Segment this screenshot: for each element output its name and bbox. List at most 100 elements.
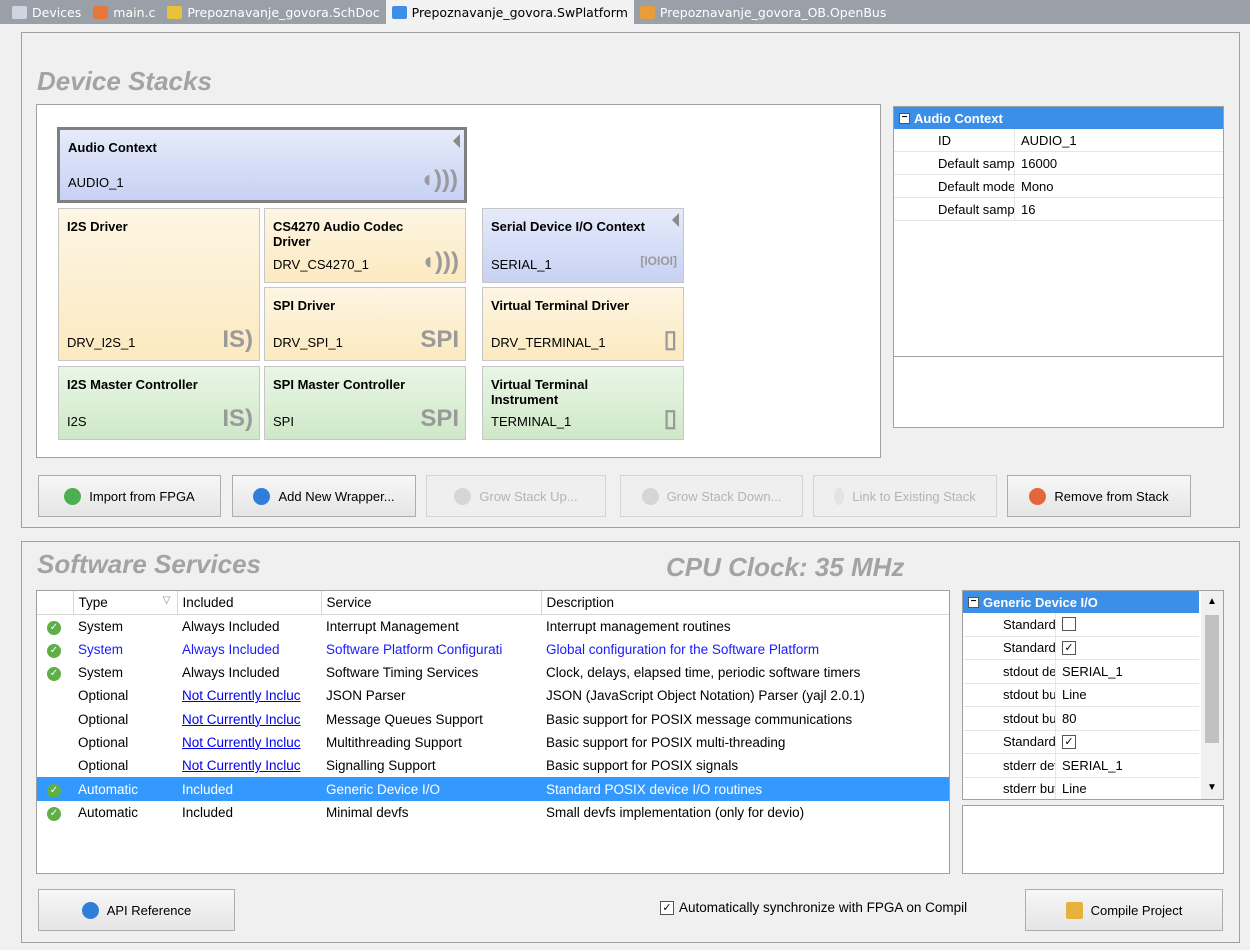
status-cell: ✓: [37, 614, 73, 637]
included-cell[interactable]: Not Currently Incluc: [177, 707, 321, 730]
property-group-header[interactable]: − Audio Context: [894, 107, 1223, 129]
property-value[interactable]: Line: [1055, 777, 1087, 799]
grow-stack-down-button[interactable]: Grow Stack Down...: [620, 475, 803, 517]
included-cell: Always Included: [182, 665, 280, 681]
property-checkbox[interactable]: ✓: [1062, 734, 1076, 749]
remove-icon: [1029, 487, 1047, 505]
collapse-arrow-icon[interactable]: [672, 213, 679, 227]
scroll-down-arrow-icon[interactable]: ▼: [1201, 782, 1223, 793]
property-checkbox[interactable]: [1062, 617, 1076, 632]
property-description-area: [894, 356, 1223, 357]
column-header-description[interactable]: Description: [541, 591, 949, 615]
service-cell: Multithreading Support: [326, 734, 462, 750]
column-header-type[interactable]: Type ▽: [73, 591, 178, 615]
i2s-driver-card[interactable]: I2S Driver DRV_I2S_1 IS): [58, 208, 260, 361]
compile-project-button[interactable]: Compile Project: [1025, 889, 1223, 931]
type-cell: System: [78, 665, 124, 681]
spi-master-controller-card[interactable]: SPI Master Controller SPI SPI: [264, 366, 466, 440]
scrollbar-thumb[interactable]: [1205, 615, 1219, 743]
table-row[interactable]: Optional Not Currently Incluc Signalling S…: [37, 754, 949, 777]
card-value: DRV_I2S_1: [67, 335, 136, 350]
status-cell: ✓: [37, 661, 73, 684]
included-cell[interactable]: Not Currently Incluc: [177, 731, 321, 754]
property-row[interactable]: ID AUDIO_1: [894, 129, 1223, 152]
property-row[interactable]: Standard O ✓: [963, 636, 1199, 660]
property-row[interactable]: stderr buffeLine: [963, 777, 1199, 799]
column-header-included[interactable]: Included: [177, 591, 322, 615]
property-row[interactable]: Default sample s16: [894, 198, 1223, 221]
grow-stack-up-button[interactable]: Grow Stack Up...: [426, 475, 606, 517]
remove-from-stack-button[interactable]: Remove from Stack: [1007, 475, 1191, 517]
type-cell: Optional: [78, 688, 129, 704]
card-value: DRV_SPI_1: [273, 335, 343, 350]
table-row[interactable]: ✓ System Always Included Interrupt Manageme…: [37, 614, 949, 637]
document-tab[interactable]: Prepoznavanje_govora.SwPlatform: [385, 0, 634, 24]
import-icon: [64, 487, 82, 505]
table-row[interactable]: Optional Not Currently Incluc JSON Parser J…: [37, 684, 949, 707]
property-value[interactable]: AUDIO_1: [1014, 129, 1077, 151]
table-row[interactable]: ✓ Automatic Included Generic Device I/O Stan…: [37, 777, 949, 801]
import-from-fpga-button[interactable]: Import from FPGA: [38, 475, 221, 517]
property-value[interactable]: Line: [1055, 683, 1087, 706]
document-tab[interactable]: main.c: [87, 0, 161, 24]
virtual-terminal-driver-card[interactable]: Virtual Terminal Driver DRV_TERMINAL_1 ▯: [482, 287, 684, 361]
property-value[interactable]: ✓: [1055, 636, 1076, 659]
auto-sync-checkbox[interactable]: ✓: [660, 900, 674, 915]
spi-icon: SPI: [420, 326, 459, 353]
auto-sync-checkbox-row[interactable]: ✓ Automatically synchronize with FPGA on…: [660, 900, 967, 915]
scroll-up-arrow-icon[interactable]: ▲: [1201, 596, 1223, 607]
property-row[interactable]: Default mode Mono: [894, 175, 1223, 198]
property-value[interactable]: 80: [1055, 707, 1076, 730]
tab-label: Prepoznavanje_govora.SwPlatform: [411, 4, 628, 20]
check-icon: ✓: [47, 620, 61, 635]
property-value[interactable]: 16000: [1014, 152, 1057, 174]
table-row[interactable]: Optional Not Currently Incluc Multithreadi…: [37, 731, 949, 754]
property-value[interactable]: SERIAL_1: [1055, 660, 1123, 683]
property-row[interactable]: stdout buffLine: [963, 683, 1199, 707]
link-to-existing-stack-button[interactable]: Link to Existing Stack: [813, 475, 997, 517]
property-value[interactable]: SERIAL_1: [1055, 754, 1123, 777]
property-value[interactable]: 16: [1014, 198, 1035, 220]
document-tab[interactable]: Prepoznavanje_govora.SchDoc: [161, 0, 385, 24]
table-row[interactable]: ✓ Automatic Included Minimal devfs Small dev…: [37, 801, 949, 824]
audio-context-card[interactable]: Audio Context AUDIO_1 ◖))): [57, 127, 467, 203]
property-group-header[interactable]: − Generic Device I/O: [963, 591, 1199, 613]
property-row[interactable]: Default sample f16000: [894, 152, 1223, 175]
included-cell[interactable]: Not Currently Incluc: [177, 754, 321, 777]
table-row[interactable]: ✓ System Always Included Software Timing Se…: [37, 661, 949, 684]
property-value[interactable]: Mono: [1014, 175, 1054, 197]
property-row[interactable]: Standard Ir: [963, 613, 1199, 637]
status-cell: ✓: [37, 777, 73, 801]
document-tab[interactable]: Prepoznavanje_govora_OB.OpenBus: [634, 0, 892, 24]
virtual-terminal-instrument-card[interactable]: Virtual Terminal Instrument TERMINAL_1 ▯: [482, 366, 684, 440]
document-tab[interactable]: Devices: [6, 0, 87, 24]
collapse-icon[interactable]: −: [968, 596, 979, 608]
i2s-master-controller-card[interactable]: I2S Master Controller I2S IS): [58, 366, 260, 440]
vertical-scrollbar[interactable]: ▲ ▼: [1201, 591, 1223, 799]
property-row[interactable]: stdout bufs80: [963, 707, 1199, 731]
collapse-icon[interactable]: −: [899, 112, 910, 124]
property-row[interactable]: Standard Er ✓: [963, 730, 1199, 754]
column-header-service[interactable]: Service: [321, 591, 542, 615]
property-row[interactable]: stdout deviSERIAL_1: [963, 660, 1199, 684]
services-table: Type ▽ Included Service Description ✓ Syst…: [37, 591, 949, 824]
collapse-arrow-icon[interactable]: [453, 134, 460, 148]
property-row[interactable]: stderr devicSERIAL_1: [963, 754, 1199, 778]
property-group-title: Generic Device I/O: [983, 594, 1098, 610]
property-value[interactable]: ✓: [1055, 730, 1076, 753]
property-value[interactable]: [1055, 613, 1076, 636]
description-cell: Global configuration for the Software Pl…: [546, 641, 820, 657]
api-reference-button[interactable]: API Reference: [38, 889, 235, 931]
card-title: Audio Context: [68, 140, 157, 155]
property-checkbox[interactable]: ✓: [1062, 640, 1076, 655]
serial-context-card[interactable]: Serial Device I/O Context SERIAL_1 [IOIO…: [482, 208, 684, 283]
included-cell[interactable]: Not Currently Incluc: [177, 684, 321, 707]
add-new-wrapper-button[interactable]: Add New Wrapper...: [232, 475, 416, 517]
table-row[interactable]: ✓ System Always Included Software Platform …: [37, 638, 949, 661]
i2s-icon: IS): [222, 405, 253, 432]
service-cell: Interrupt Management: [326, 618, 459, 634]
info-icon: [81, 901, 99, 919]
spi-driver-card[interactable]: SPI Driver DRV_SPI_1 SPI: [264, 287, 466, 361]
cs4270-driver-card[interactable]: CS4270 Audio Codec Driver DRV_CS4270_1 ◖…: [264, 208, 466, 283]
table-row[interactable]: Optional Not Currently Incluc Message Queu…: [37, 707, 949, 730]
